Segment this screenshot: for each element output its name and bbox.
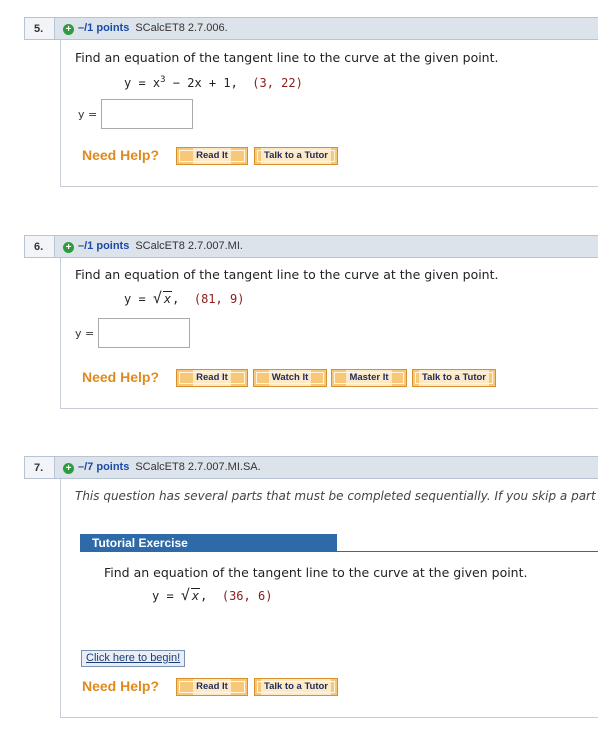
square-root: √ x <box>180 586 201 604</box>
question-header: + –/1 points SCalcET8 2.7.007.MI. <box>54 235 598 258</box>
question-header: + –/1 points SCalcET8 2.7.006. <box>54 17 598 40</box>
expand-plus-icon[interactable]: + <box>63 463 74 474</box>
question-number: 7. <box>24 456 54 479</box>
answer-label: y = <box>78 108 98 121</box>
radicand: x <box>190 588 201 603</box>
question-id: SCalcET8 2.7.006. <box>135 22 228 34</box>
answer-input[interactable] <box>101 99 193 129</box>
question-id: SCalcET8 2.7.007.MI.SA. <box>135 461 261 473</box>
talk-to-tutor-button[interactable]: Talk to a Tutor <box>254 678 338 696</box>
equation-lhs: y = <box>152 589 174 603</box>
given-point: (36, 6) <box>221 589 273 603</box>
question-number: 6. <box>24 235 54 258</box>
question-id: SCalcET8 2.7.007.MI. <box>135 240 243 252</box>
talk-to-tutor-button[interactable]: Talk to a Tutor <box>254 147 338 165</box>
expand-plus-icon[interactable]: + <box>63 24 74 35</box>
answer-input[interactable] <box>98 318 190 348</box>
talk-to-tutor-button[interactable]: Talk to a Tutor <box>412 369 496 387</box>
expand-plus-icon[interactable]: + <box>63 242 74 253</box>
equation-lhs: y = x <box>124 76 161 90</box>
question-number: 5. <box>24 17 54 40</box>
read-it-button[interactable]: Read It <box>176 147 248 165</box>
need-help-label: Need Help? <box>82 369 160 385</box>
question-prompt: Find an equation of the tangent line to … <box>75 267 499 282</box>
tutorial-divider <box>337 551 598 552</box>
equation-lhs: y = <box>124 292 146 306</box>
radicand: x <box>162 291 173 306</box>
equation: y = √ x, (36, 6) <box>152 586 273 604</box>
equation: y = x3 − 2x + 1, (3, 22) <box>124 75 303 90</box>
square-root: √ x <box>152 289 173 307</box>
equation-rhs: − 2x + 1, <box>165 76 238 90</box>
tutorial-title: Tutorial Exercise <box>80 534 337 552</box>
sequential-note: This question has several parts that mus… <box>75 489 598 503</box>
question-prompt: Find an equation of the tangent line to … <box>75 50 499 65</box>
question-header: + –/7 points SCalcET8 2.7.007.MI.SA. <box>54 456 598 479</box>
watch-it-button[interactable]: Watch It <box>253 369 327 387</box>
master-it-button[interactable]: Master It <box>331 369 407 387</box>
read-it-button[interactable]: Read It <box>176 678 248 696</box>
equation: y = √ x, (81, 9) <box>124 289 245 307</box>
need-help-label: Need Help? <box>82 678 160 694</box>
read-it-button[interactable]: Read It <box>176 369 248 387</box>
given-point: (3, 22) <box>252 76 303 90</box>
points-label[interactable]: –/1 points <box>78 22 129 34</box>
question-prompt: Find an equation of the tangent line to … <box>104 565 528 580</box>
points-label[interactable]: –/7 points <box>78 461 129 473</box>
given-point: (81, 9) <box>193 292 245 306</box>
begin-tutorial-link[interactable]: Click here to begin! <box>81 650 186 667</box>
answer-label: y = <box>75 327 95 340</box>
need-help-label: Need Help? <box>82 147 160 163</box>
points-label[interactable]: –/1 points <box>78 240 129 252</box>
